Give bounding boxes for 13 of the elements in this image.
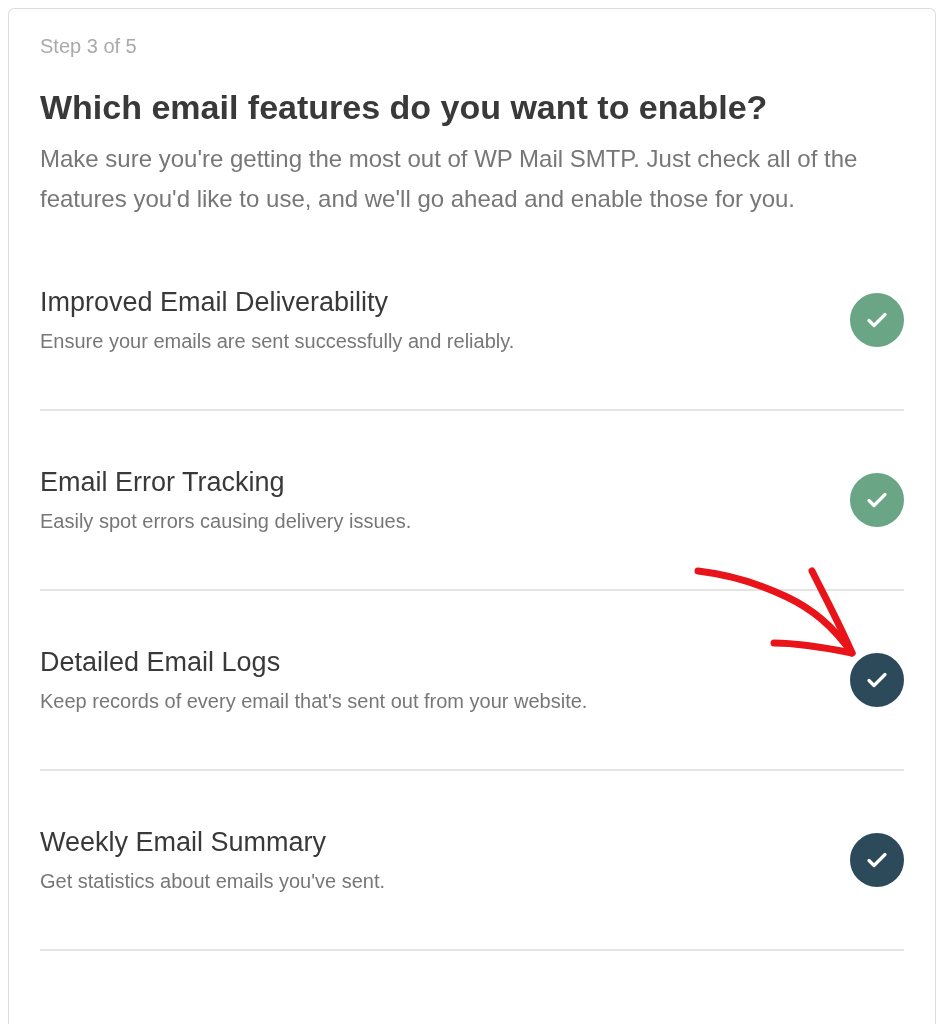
- intro-text: Make sure you're getting the most out of WP Mail SMTP. Just check all of the features you'd like to use, and we'll go ahead and enable those for you.: [40, 144, 859, 214]
- feature-title: Improved Email Deliverability: [40, 287, 390, 318]
- step-indicator: Step 3 of 5: [40, 35, 138, 58]
- checkbox[interactable]: [850, 653, 904, 707]
- feature-description: Keep records of every email that's sent out from your website.: [40, 690, 588, 713]
- feature-title: Weekly Email Summary: [40, 827, 328, 858]
- feature-description: Easily spot errors causing delivery issues.: [40, 510, 412, 533]
- heading: Which email features do you want to enable?: [40, 88, 769, 127]
- feature-description: Ensure your emails are sent successfully and reliably.: [40, 330, 515, 353]
- feature-title: Email Error Tracking: [40, 467, 286, 498]
- checkbox[interactable]: [850, 833, 904, 887]
- feature-description: Get statistics about emails you've sent.: [40, 870, 386, 893]
- feature-title: Detailed Email Logs: [40, 647, 282, 678]
